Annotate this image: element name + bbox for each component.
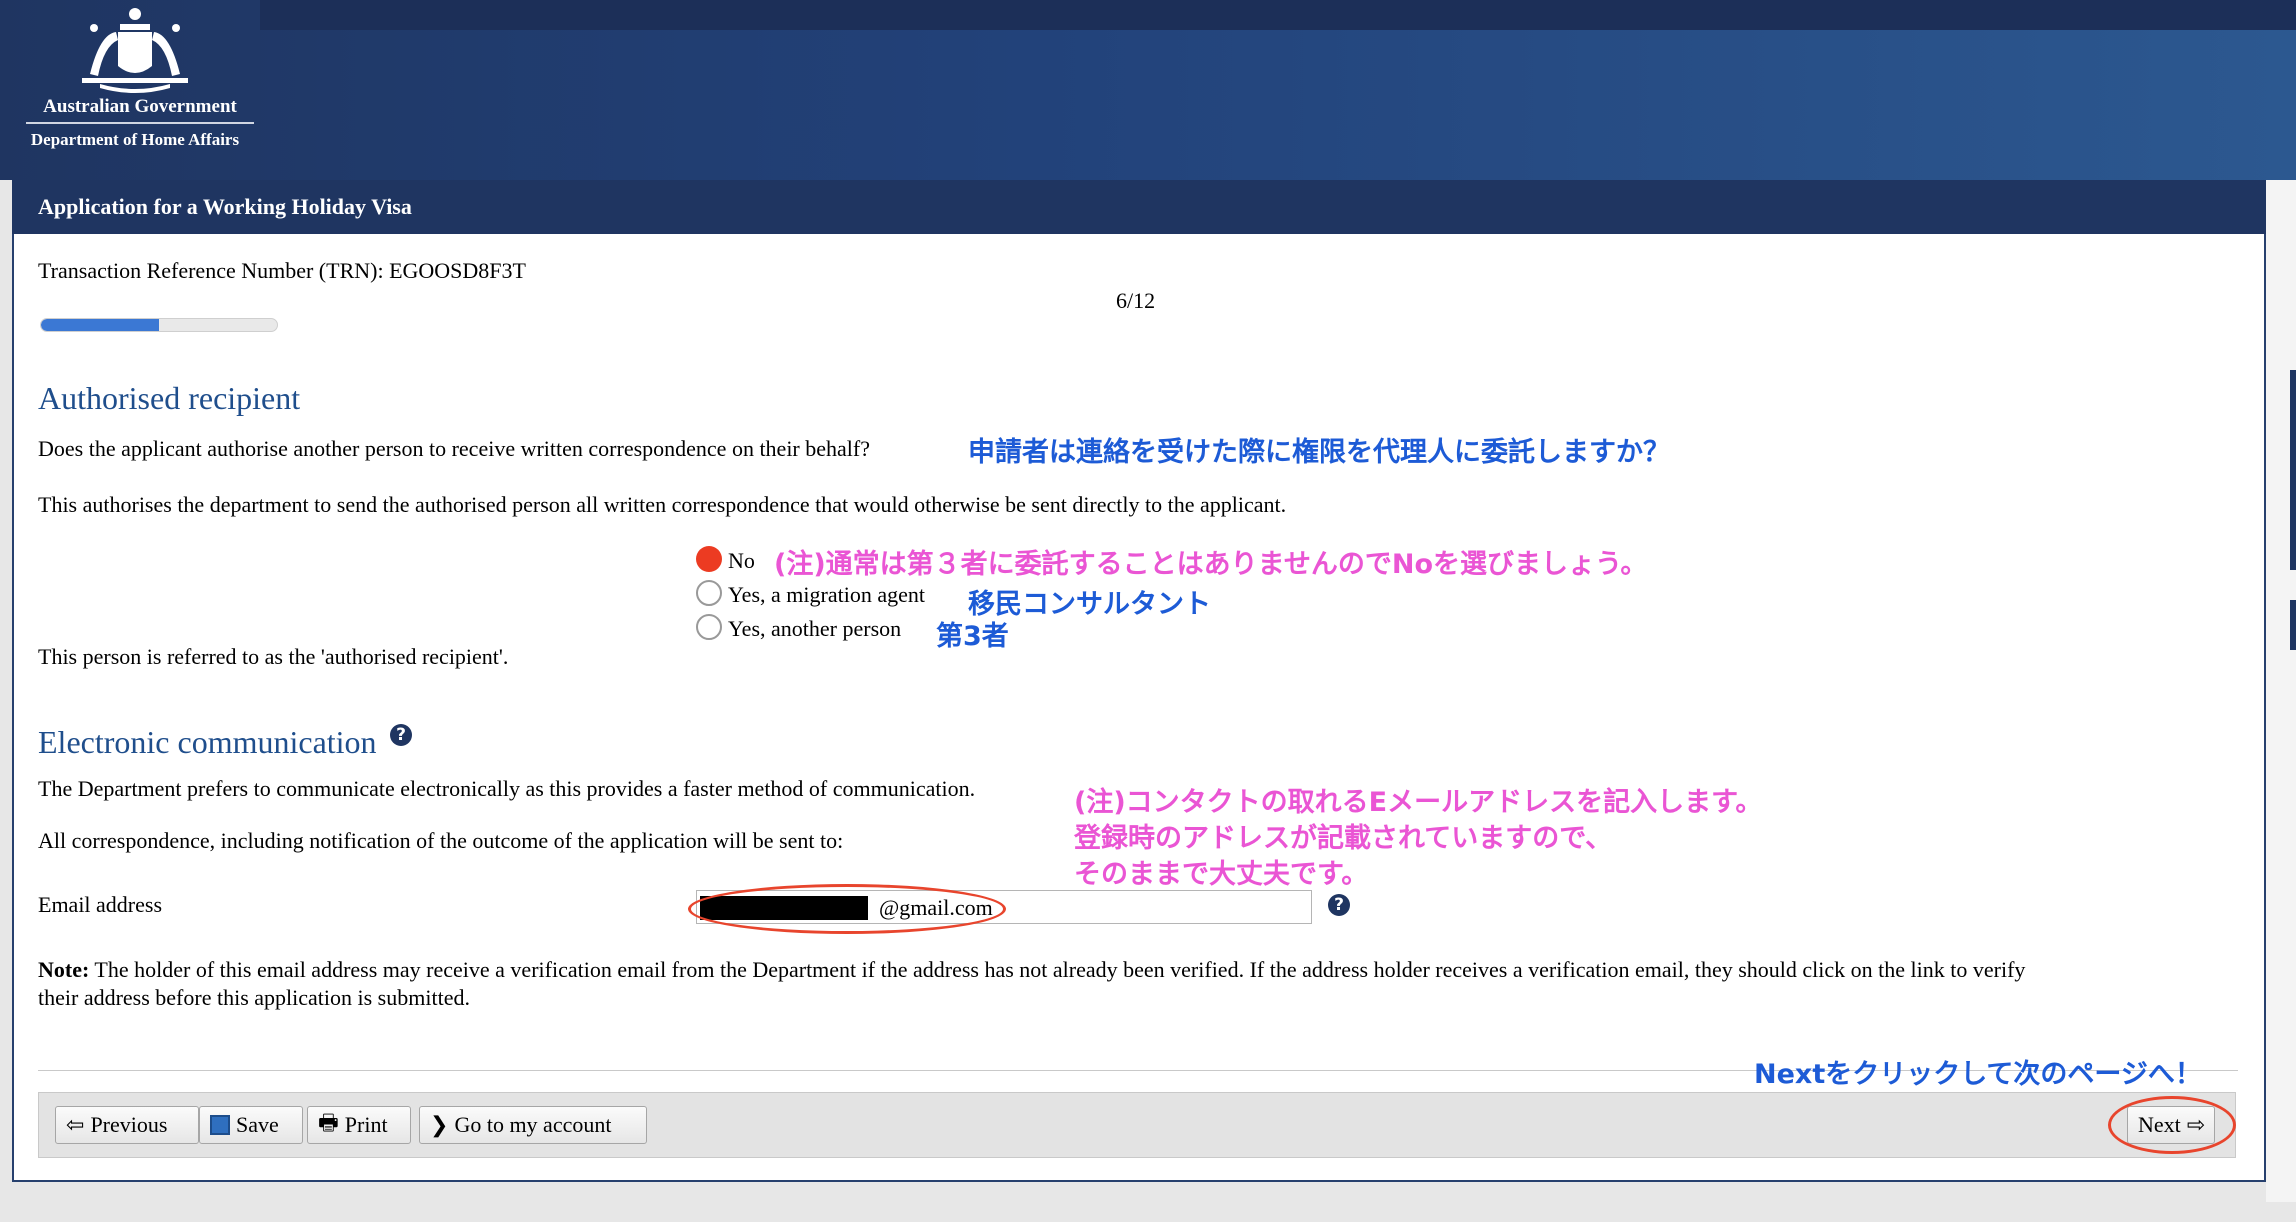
trn-label: Transaction Reference Number (TRN): EGOO… bbox=[38, 258, 526, 283]
radio-no-label[interactable]: No bbox=[728, 548, 755, 574]
note-line-1: The holder of this email address may rec… bbox=[94, 957, 2026, 982]
correspondence-text: All correspondence, including notificati… bbox=[38, 828, 844, 853]
radio-no[interactable] bbox=[696, 546, 722, 572]
application-title-bar: Application for a Working Holiday Visa bbox=[12, 180, 2266, 234]
progress-bar-fill bbox=[41, 319, 159, 331]
page-title: Application for a Working Holiday Visa bbox=[38, 194, 412, 219]
verification-note: Note: The holder of this email address m… bbox=[38, 956, 2238, 1012]
header-top-band bbox=[260, 0, 2296, 30]
step-counter: 6/12 bbox=[1116, 288, 1156, 313]
radio-another-person[interactable] bbox=[696, 614, 722, 640]
annotation-next-jp: Nextをクリックして次のページへ！ bbox=[1754, 1059, 2202, 1090]
arrow-left-icon: ⇦ bbox=[66, 1112, 85, 1138]
previous-button[interactable]: ⇦ Previous bbox=[55, 1106, 199, 1144]
department-name: Department of Home Affairs bbox=[30, 130, 240, 149]
question-circle-icon[interactable]: ? bbox=[1328, 894, 1350, 916]
electronic-communication-heading: Electronic communication bbox=[38, 724, 377, 760]
email-highlight-ring bbox=[688, 884, 1006, 934]
coat-of-arms-icon bbox=[82, 8, 188, 93]
authorise-explanation: This authorises the department to send t… bbox=[38, 492, 1287, 517]
scrollbar-gutter bbox=[2266, 180, 2296, 1202]
form-panel bbox=[12, 180, 2266, 1182]
annotation-email-jp-3: そのままで大丈夫です。 bbox=[1074, 859, 1369, 890]
save-button[interactable]: Save bbox=[199, 1106, 303, 1144]
annotation-no-jp: (注)通常は第３者に委託することはありませんのでNoを選びましょう。 bbox=[774, 549, 1648, 580]
navigation-bar: ⇦ Previous Save 🖶 Print ❯ Go to my accou… bbox=[38, 1092, 2236, 1158]
progress-bar bbox=[40, 318, 278, 332]
annotation-person-jp: 第3者 bbox=[936, 621, 1009, 652]
authorise-question: Does the applicant authorise another per… bbox=[38, 436, 870, 461]
authorised-recipient-heading: Authorised recipient bbox=[38, 380, 301, 416]
question-circle-icon[interactable]: ? bbox=[390, 724, 412, 746]
radio-another-person-label[interactable]: Yes, another person bbox=[728, 616, 901, 642]
note-label: Note: bbox=[38, 957, 90, 982]
floppy-disk-icon bbox=[210, 1115, 230, 1135]
government-name: Australian Government bbox=[26, 96, 254, 124]
radio-migration-agent[interactable] bbox=[696, 580, 722, 606]
note-line-2: their address before this application is… bbox=[38, 985, 470, 1010]
annotation-email-jp-2: 登録時のアドレスが記載されていますので、 bbox=[1074, 823, 1613, 854]
print-button[interactable]: 🖶 Print bbox=[307, 1106, 411, 1144]
government-logo: Australian Government Department of Home… bbox=[10, 4, 260, 154]
go-to-account-button[interactable]: ❯ Go to my account bbox=[419, 1106, 647, 1144]
electronic-prefers-text: The Department prefers to communicate el… bbox=[38, 776, 976, 801]
authorised-recipient-note: This person is referred to as the 'autho… bbox=[38, 644, 509, 669]
annotation-email-jp-1: (注)コンタクトの取れるEメールアドレスを記入します。 bbox=[1074, 787, 1763, 818]
next-highlight-ring bbox=[2108, 1096, 2236, 1154]
chevron-right-icon: ❯ bbox=[430, 1112, 449, 1138]
email-label: Email address bbox=[38, 892, 163, 917]
annotation-question-jp: 申請者は連絡を受けた際に権限を代理人に委託しますか？ bbox=[968, 437, 1670, 468]
printer-icon: 🖶 bbox=[318, 1111, 339, 1136]
radio-migration-agent-label[interactable]: Yes, a migration agent bbox=[728, 582, 925, 608]
site-header: Australian Government Department of Home… bbox=[0, 0, 2296, 180]
